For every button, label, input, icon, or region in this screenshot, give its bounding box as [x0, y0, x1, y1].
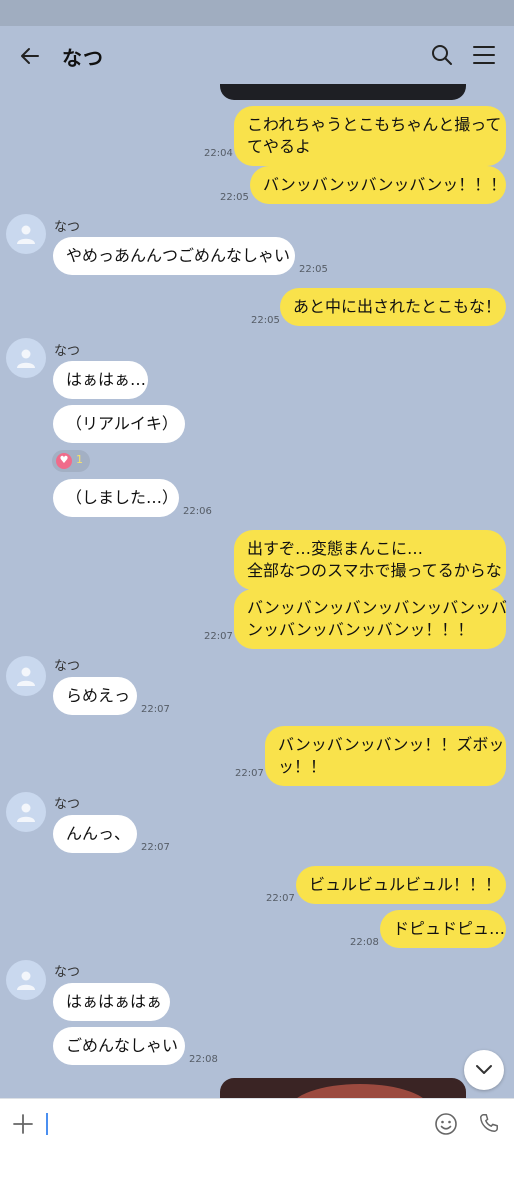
message-line: ンッバンッバンッバンッ！！！: [247, 620, 474, 639]
message-line: バンッバンッバンッ！！ズボッ: [278, 735, 505, 754]
person-icon: [17, 225, 35, 244]
message-input[interactable]: [52, 1109, 412, 1139]
sender-name: なつ: [54, 220, 81, 235]
message-line: てやるよ: [247, 137, 312, 156]
message-input-bar: [0, 1098, 514, 1151]
scroll-to-bottom-button[interactable]: [464, 1050, 504, 1090]
message-time: 22:06: [183, 506, 212, 517]
chevron-down-icon: [476, 1065, 492, 1074]
phone-icon[interactable]: [478, 1112, 500, 1134]
message-time: 22:05: [220, 192, 249, 203]
message-time: 22:08: [350, 937, 379, 948]
chat-area[interactable]: こわれちゃうとこもちゃんと撮って てやるよ 22:04 バンッバンッバンッバンッ…: [0, 84, 514, 1098]
message-bubble-sent[interactable]: バンッバンッバンッバンッ！！！: [250, 166, 506, 204]
message-bubble-received[interactable]: はぁはぁ…: [53, 361, 148, 399]
back-arrow-icon[interactable]: [18, 44, 42, 68]
message-line: らめえっ: [66, 686, 131, 705]
message-line: （しました…）: [66, 488, 179, 507]
message-line: ドピュドピュ…: [393, 919, 506, 938]
emoji-icon[interactable]: [434, 1112, 458, 1136]
message-bubble-sent[interactable]: こわれちゃうとこもちゃんと撮って てやるよ: [234, 106, 506, 166]
message-time: 22:07: [235, 768, 264, 779]
message-bubble-sent[interactable]: ビュルビュルビュル！！！: [296, 866, 506, 904]
message-bubble-sent[interactable]: あと中に出されたとこもな！: [280, 288, 506, 326]
chat-title: なつ: [62, 46, 104, 70]
keyboard-area: [0, 1150, 514, 1200]
message-bubble-sent[interactable]: 出すぞ…変態まんこに… 全部なつのスマホで撮ってるからな: [234, 530, 506, 590]
person-icon: [17, 349, 35, 368]
person-icon: [17, 971, 35, 990]
message-bubble-received[interactable]: らめえっ: [53, 677, 137, 715]
message-bubble-sent[interactable]: バンッバンッバンッバンッバンッバ ンッバンッバンッバンッ！！！: [234, 589, 508, 649]
message-time: 22:05: [299, 264, 328, 275]
message-bubble-received[interactable]: （リアルイキ）: [53, 405, 185, 443]
search-icon[interactable]: [430, 43, 454, 67]
chat-header: なつ: [0, 26, 514, 84]
sender-name: なつ: [54, 344, 81, 359]
avatar[interactable]: [6, 792, 46, 832]
message-line: やめっあんんつごめんなしゃい: [66, 246, 291, 265]
message-bubble-received[interactable]: （しました…）: [53, 479, 179, 517]
menu-icon[interactable]: [472, 44, 496, 66]
message-bubble-received[interactable]: はぁはぁはぁ: [53, 983, 170, 1021]
reaction-badge[interactable]: ♥ 1: [52, 450, 90, 472]
person-icon: [17, 667, 35, 686]
message-time: 22:04: [204, 148, 233, 159]
message-bubble-sent[interactable]: ドピュドピュ…: [380, 910, 506, 948]
avatar[interactable]: [6, 338, 46, 378]
avatar[interactable]: [6, 960, 46, 1000]
message-time: 22:07: [141, 842, 170, 853]
message-line: こわれちゃうとこもちゃんと撮って: [247, 115, 502, 134]
reaction-count: 1: [76, 453, 83, 466]
avatar[interactable]: [6, 656, 46, 696]
message-bubble-received[interactable]: んんっ、: [53, 815, 137, 853]
message-line: ッ！！: [278, 757, 327, 776]
message-line: （リアルイキ）: [66, 414, 178, 433]
sender-name: なつ: [54, 797, 81, 812]
heart-icon: ♥: [56, 453, 72, 469]
message-time: 22:08: [189, 1054, 218, 1065]
image-message[interactable]: [220, 84, 466, 100]
message-line: バンッバンッバンッバンッバンッバ: [247, 598, 508, 617]
message-line: はぁはぁ…: [66, 370, 147, 389]
image-message[interactable]: [220, 1078, 466, 1098]
message-time: 22:07: [266, 893, 295, 904]
plus-icon[interactable]: [12, 1113, 34, 1135]
avatar[interactable]: [6, 214, 46, 254]
message-line: バンッバンッバンッバンッ！！！: [263, 175, 507, 194]
message-line: ビュルビュルビュル！！！: [309, 875, 502, 894]
message-line: あと中に出されたとこもな！: [293, 297, 502, 316]
message-line: 出すぞ…変態まんこに…: [247, 539, 424, 558]
status-bar: [0, 0, 514, 26]
message-bubble-received[interactable]: やめっあんんつごめんなしゃい: [53, 237, 295, 275]
message-time: 22:07: [141, 704, 170, 715]
message-line: ごめんなしゃい: [66, 1036, 179, 1055]
message-bubble-received[interactable]: ごめんなしゃい: [53, 1027, 185, 1065]
text-cursor: [46, 1113, 48, 1135]
message-line: 全部なつのスマホで撮ってるからな: [247, 561, 502, 580]
message-line: はぁはぁはぁ: [66, 992, 163, 1011]
person-icon: [17, 803, 35, 822]
sender-name: なつ: [54, 659, 81, 674]
message-time: 22:07: [204, 631, 233, 642]
sender-name: なつ: [54, 965, 81, 980]
message-line: んんっ、: [66, 824, 131, 843]
message-bubble-sent[interactable]: バンッバンッバンッ！！ズボッ ッ！！: [265, 726, 506, 786]
message-time: 22:05: [251, 315, 280, 326]
